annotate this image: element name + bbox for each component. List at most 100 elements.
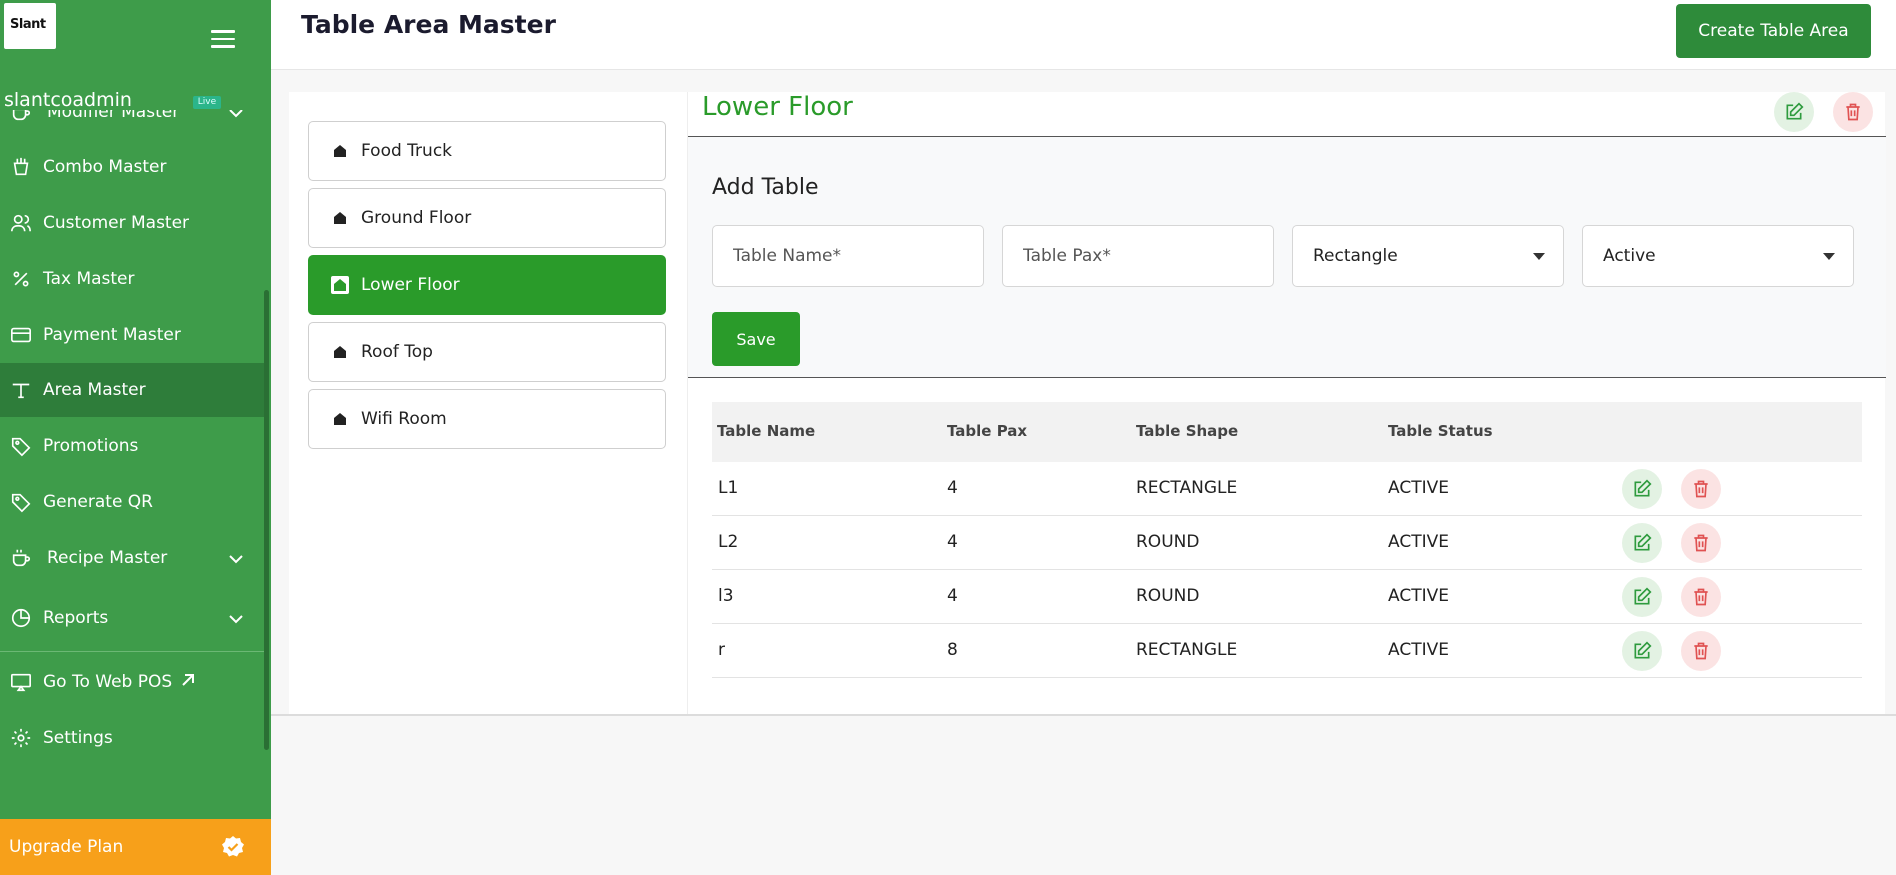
area-list-panel: Food Truck Ground Floor Lower Floor Roof… <box>289 92 687 714</box>
table-row: L1 4 RECTANGLE ACTIVE <box>712 462 1862 516</box>
home-icon <box>331 343 349 361</box>
cell-status: ACTIVE <box>1388 586 1449 606</box>
delete-area-button[interactable] <box>1833 92 1873 132</box>
area-item-wifi-room[interactable]: Wifi Room <box>308 389 666 449</box>
delete-row-button[interactable] <box>1681 469 1721 509</box>
table-name-input[interactable] <box>713 226 983 286</box>
cell-name: L2 <box>718 532 739 552</box>
sidebar-item-label: Combo Master <box>43 157 167 177</box>
area-item-food-truck[interactable]: Food Truck <box>308 121 666 181</box>
cup-icon <box>9 110 33 124</box>
pie-chart-icon <box>9 606 33 630</box>
area-item-label: Lower Floor <box>361 275 460 295</box>
cell-shape: ROUND <box>1136 532 1200 552</box>
cell-pax: 4 <box>947 586 958 606</box>
edit-icon <box>1634 533 1652 551</box>
sidebar-item-web-pos[interactable]: Go To Web POS <box>0 655 264 709</box>
sidebar-item-label: Customer Master <box>43 213 190 233</box>
table-status-select[interactable]: Active <box>1582 225 1854 287</box>
sidebar-item-tax-master[interactable]: Tax Master <box>0 252 264 306</box>
sidebar-item-label: Modifier Master <box>47 110 180 122</box>
sidebar-item-area-master[interactable]: Area Master <box>0 363 264 417</box>
divider <box>688 377 1886 378</box>
sidebar-item-label: Payment Master <box>43 325 181 345</box>
page-title: Table Area Master <box>301 10 556 39</box>
edit-icon <box>1634 587 1652 605</box>
top-header: Table Area Master Create Table Area <box>271 0 1896 70</box>
edit-row-button[interactable] <box>1622 523 1662 563</box>
home-icon <box>331 276 349 294</box>
monitor-icon <box>9 670 33 694</box>
cell-pax: 4 <box>947 478 958 498</box>
sidebar-item-reports[interactable]: Reports <box>0 591 264 645</box>
save-button[interactable]: Save <box>712 312 800 366</box>
area-item-ground-floor[interactable]: Ground Floor <box>308 188 666 248</box>
sidebar-item-label: Recipe Master <box>47 548 168 568</box>
content-bottom-border <box>271 714 1896 716</box>
edit-icon <box>1786 102 1804 120</box>
table-row: l3 4 ROUND ACTIVE <box>712 570 1862 624</box>
sidebar-item-modifier-master[interactable]: Modifier Master <box>0 110 264 139</box>
sidebar-item-label: Generate QR <box>43 492 153 512</box>
card-icon <box>9 323 33 347</box>
edit-row-button[interactable] <box>1622 577 1662 617</box>
tag-icon <box>9 490 33 514</box>
area-item-label: Ground Floor <box>361 208 472 228</box>
upgrade-label: Upgrade Plan <box>9 837 124 857</box>
trash-icon <box>1694 534 1708 552</box>
sidebar-item-promotions[interactable]: Promotions <box>0 419 264 473</box>
sidebar-item-payment-master[interactable]: Payment Master <box>0 308 264 362</box>
area-item-label: Wifi Room <box>361 409 447 429</box>
table-shape-value: Rectangle <box>1313 246 1398 266</box>
chevron-down-icon <box>228 609 244 629</box>
edit-row-button[interactable] <box>1622 469 1662 509</box>
sidebar-item-combo-master[interactable]: Combo Master <box>0 140 264 194</box>
logo[interactable]: Slant <box>4 3 56 49</box>
table-name-field[interactable] <box>712 225 984 287</box>
cell-status: ACTIVE <box>1388 640 1449 660</box>
sidebar-item-label: Promotions <box>43 436 139 456</box>
cell-name: r <box>718 640 725 660</box>
edit-icon <box>1634 641 1652 659</box>
table-pax-input[interactable] <box>1003 226 1273 286</box>
home-icon <box>331 209 349 227</box>
chevron-down-icon <box>228 549 244 569</box>
sidebar-item-generate-qr[interactable]: Generate QR <box>0 475 264 529</box>
area-detail-panel: Lower Floor Add Table Rectangle Active S… <box>687 92 1886 714</box>
live-badge: Live <box>193 96 221 109</box>
column-header: Table Name <box>717 422 816 440</box>
home-icon <box>331 410 349 428</box>
hamburger-menu-icon[interactable] <box>211 30 235 48</box>
external-link-icon <box>180 672 196 693</box>
area-item-label: Roof Top <box>361 342 433 362</box>
create-table-area-button[interactable]: Create Table Area <box>1676 4 1871 58</box>
upgrade-plan-button[interactable]: Upgrade Plan <box>0 819 271 875</box>
sidebar-item-customer-master[interactable]: Customer Master <box>0 196 264 250</box>
logo-text: Slant <box>10 17 46 32</box>
chevron-down-icon <box>228 110 244 123</box>
delete-row-button[interactable] <box>1681 631 1721 671</box>
edit-area-button[interactable] <box>1774 92 1814 132</box>
cell-name: l3 <box>718 586 734 606</box>
trash-icon <box>1694 480 1708 498</box>
percent-icon <box>9 267 33 291</box>
edit-row-button[interactable] <box>1622 631 1662 671</box>
sidebar-item-settings[interactable]: Settings <box>0 711 264 765</box>
cell-shape: RECTANGLE <box>1136 478 1238 498</box>
table-shape-select[interactable]: Rectangle <box>1292 225 1564 287</box>
area-title: Lower Floor <box>702 92 853 122</box>
delete-row-button[interactable] <box>1681 577 1721 617</box>
table-row: L2 4 ROUND ACTIVE <box>712 516 1862 570</box>
sidebar-item-recipe-master[interactable]: Recipe Master <box>0 531 264 585</box>
caret-down-icon <box>1533 253 1545 260</box>
sidebar: Slant slantcoadmin Live Modifier Master … <box>0 0 271 875</box>
table-pax-field[interactable] <box>1002 225 1274 287</box>
delete-row-button[interactable] <box>1681 523 1721 563</box>
area-item-lower-floor[interactable]: Lower Floor <box>308 255 666 315</box>
sidebar-scrollbar[interactable] <box>264 290 269 750</box>
cup-icon <box>9 546 33 570</box>
home-icon <box>331 142 349 160</box>
sidebar-item-label: Settings <box>43 728 113 748</box>
sidebar-divider <box>0 651 264 652</box>
area-item-roof-top[interactable]: Roof Top <box>308 322 666 382</box>
